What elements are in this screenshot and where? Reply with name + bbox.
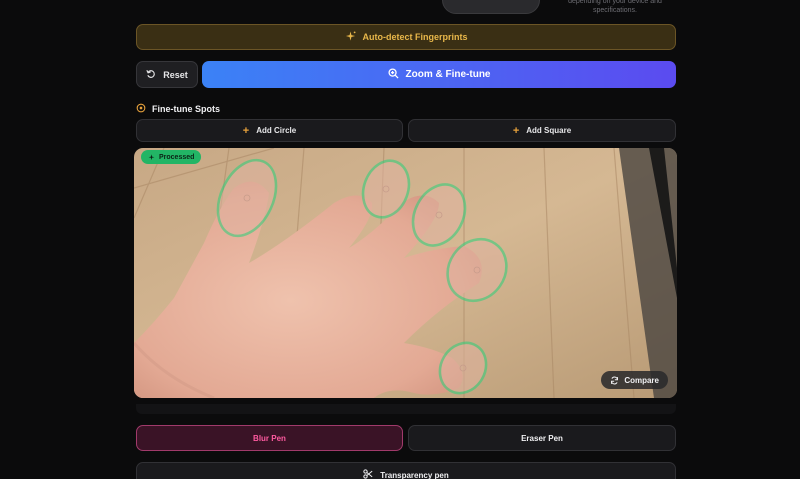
finetune-section-title: Fine-tune Spots [136,103,220,115]
processed-label: Processed [159,153,195,161]
reset-label: Reset [163,69,188,80]
blur-pen-button[interactable]: Blur Pen [136,425,403,451]
add-square-label: Add Square [526,126,572,135]
processed-badge: Processed [141,150,202,164]
plus-icon: + [242,124,250,137]
add-square-button[interactable]: + Add Square [408,119,676,142]
refresh-icon [610,376,619,385]
zoom-finetune-label: Zoom & Fine-tune [405,69,491,80]
add-circle-label: Add Circle [256,126,297,135]
reset-button[interactable]: Reset [136,61,198,88]
compare-button[interactable]: Compare [601,371,668,389]
hand-photo [134,148,677,398]
compare-label: Compare [624,375,659,385]
eraser-pen-button[interactable]: Eraser Pen [408,425,676,451]
plus-icon: + [512,124,520,137]
transparency-pen-button[interactable]: Transparency pen [136,462,676,479]
transparency-pen-label: Transparency pen [380,470,449,479]
scissors-icon [363,469,373,479]
sparkle-icon [148,153,155,161]
target-icon [136,103,146,115]
rotate-ccw-icon [146,69,156,81]
zoom-finetune-button[interactable]: Zoom & Fine-tune [202,61,676,88]
device-note: depending on your device and specificati… [568,0,662,14]
sparkle-icon [345,30,356,44]
preview-divider [136,404,676,414]
auto-detect-button[interactable]: Auto-detect Fingerprints [136,24,676,50]
eraser-pen-label: Eraser Pen [521,433,563,443]
finetune-title: Fine-tune Spots [152,104,220,114]
image-preview[interactable]: Processed Compare [134,148,677,398]
auto-detect-label: Auto-detect Fingerprints [362,32,468,42]
zoom-in-icon [387,67,399,82]
add-circle-button[interactable]: + Add Circle [136,119,403,142]
top-control[interactable] [442,0,540,14]
blur-pen-label: Blur Pen [253,433,286,443]
